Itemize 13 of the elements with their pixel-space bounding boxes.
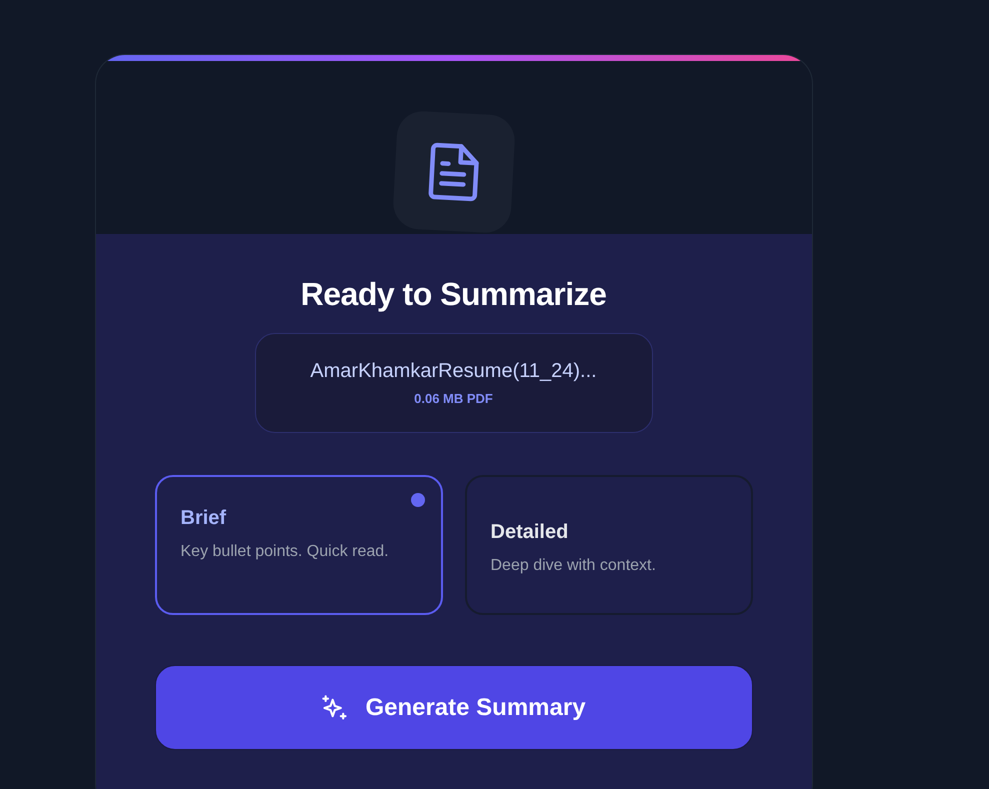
mode-label: Detailed <box>490 521 570 544</box>
file-meta: 0.06 MB PDF <box>414 391 493 406</box>
mode-option[interactable]: Detailed Deep dive with context. <box>464 475 752 615</box>
mode-description: Deep dive with context. <box>490 556 657 576</box>
document-icon <box>426 140 482 204</box>
page-title: Ready to Summarize <box>300 276 606 313</box>
file-name: AmarKhamkarResume(11_24)... <box>310 360 597 383</box>
mode-label: Brief <box>180 507 228 530</box>
selected-dot <box>410 493 424 507</box>
generate-button[interactable]: Generate Summary <box>154 665 752 750</box>
mode-option[interactable]: Brief Key bullet points. Quick read. <box>154 475 442 615</box>
mode-description: Key bullet points. Quick read. <box>180 542 390 562</box>
sparkles-icon <box>321 694 350 722</box>
